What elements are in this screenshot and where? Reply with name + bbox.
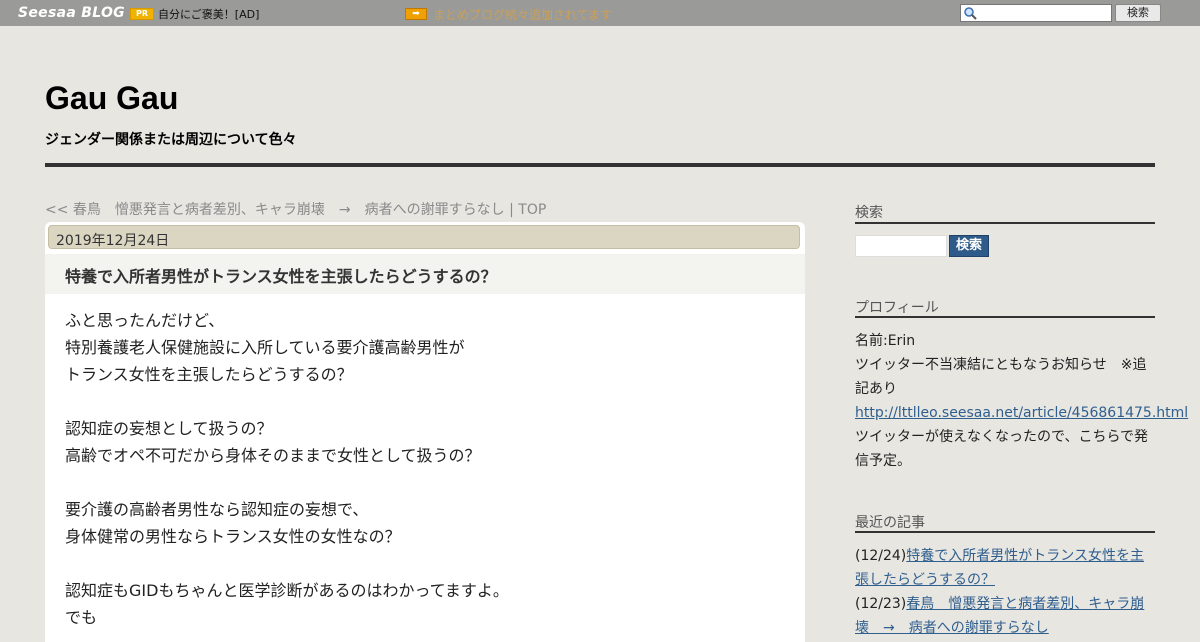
article-body-line: 認知症もGIDもちゃんと医学診断があるのはわかってますよ。	[65, 581, 509, 600]
article-title[interactable]: 特養で入所者男性がトランス女性を主張したらどうするの？	[65, 263, 497, 287]
sidebar-search-input[interactable]	[855, 235, 947, 257]
article-body-line: トランス女性を主張したらどうするの？	[65, 365, 353, 384]
article-body-line: ふと思ったんだけど、	[65, 311, 225, 330]
article-body-line: 高齢でオペ不可だから身体そのままで女性として扱うの？	[65, 446, 481, 465]
blog-title[interactable]: Gau Gau	[45, 80, 178, 117]
sidebar-search-button[interactable]: 検索	[949, 235, 989, 257]
prev-post-link[interactable]: 春鳥 憎悪発言と病者差別、キャラ崩壊 → 病者への謝罪すらなし	[73, 202, 505, 218]
blog-description: ジェンダー関係または周辺について色々	[45, 132, 297, 148]
search-icon	[964, 7, 977, 20]
article-title-bar: 特養で入所者男性がトランス女性を主張したらどうするの？	[45, 254, 805, 294]
sidebar-search-rule	[855, 222, 1155, 224]
article-blank-line	[65, 469, 785, 496]
top-search-button[interactable]: 検索	[1115, 4, 1161, 22]
article-body-line: 認知症の妄想として扱うの？	[65, 419, 273, 438]
article-date: 2019年12月24日	[56, 233, 170, 249]
matome-notice-link[interactable]: まとめブログ続々追加されてます	[433, 6, 612, 23]
sidebar-recent-heading: 最近の記事	[855, 515, 925, 531]
article-body: ふと思ったんだけど、特別養護老人保健施設に入所している要介護高齢男性が トランス女…	[65, 307, 785, 631]
top-search-box	[960, 4, 1112, 22]
recent-article-item: (12/24)特養で入所者男性がトランス女性を主張したらどうするの？	[855, 544, 1155, 592]
recent-article-date: (12/23)	[855, 596, 907, 612]
pr-badge: PR	[130, 8, 154, 20]
profile-article-link[interactable]: http://lttlleo.seesaa.net/article/456861…	[855, 405, 1188, 421]
article: 2019年12月24日 特養で入所者男性がトランス女性を主張したらどうするの？ …	[45, 222, 805, 642]
seesaa-blog-logo[interactable]: Seesaa BLOG	[18, 5, 125, 21]
top-link[interactable]: TOP	[518, 202, 546, 218]
sidebar-recent-rule	[855, 531, 1155, 533]
article-body-line: 身体健常の男性ならトランス女性の女性なの？	[65, 527, 401, 546]
prev-arrow[interactable]: <<	[45, 202, 68, 218]
pr-ad-link[interactable]: 自分にご褒美！[AD]	[158, 6, 259, 22]
recent-articles-list: (12/24)特養で入所者男性がトランス女性を主張したらどうするの？ (12/2…	[855, 544, 1155, 640]
nav-separator: |	[509, 202, 514, 218]
top-search-input[interactable]	[979, 5, 1109, 21]
profile-note: ツイッターが使えなくなったので、こちらで発信予定。	[855, 429, 1149, 469]
post-navigation: << 春鳥 憎悪発言と病者差別、キャラ崩壊 → 病者への謝罪すらなし | TOP	[45, 199, 546, 219]
profile-notice: ツイッター不当凍結にともなうお知らせ ※追記あり	[855, 357, 1147, 397]
sidebar-profile-rule	[855, 316, 1155, 318]
global-topbar: Seesaa BLOG PR 自分にご褒美！[AD] ➡ まとめブログ続々追加さ…	[0, 0, 1200, 26]
article-body-line: 特別養護老人保健施設に入所している要介護高齢男性が	[65, 338, 465, 357]
profile-name: 名前:Erin	[855, 333, 916, 349]
sidebar-search-heading: 検索	[855, 205, 883, 221]
article-body-line: 要介護の高齢者男性なら認知症の妄想で、	[65, 500, 369, 519]
recent-article-item: (12/23)春鳥 憎悪発言と病者差別、キャラ崩壊 → 病者への謝罪すらなし	[855, 592, 1155, 640]
sidebar-profile-heading: プロフィール	[855, 300, 939, 316]
profile-content: 名前:Erin ツイッター不当凍結にともなうお知らせ ※追記あり http://…	[855, 329, 1188, 473]
recent-article-date: (12/24)	[855, 548, 907, 564]
arrow-right-icon: ➡	[405, 8, 427, 20]
header-divider	[45, 163, 1155, 167]
article-blank-line	[65, 550, 785, 577]
article-blank-line	[65, 388, 785, 415]
article-date-bar: 2019年12月24日	[48, 225, 800, 249]
article-body-line: でも	[65, 608, 98, 627]
